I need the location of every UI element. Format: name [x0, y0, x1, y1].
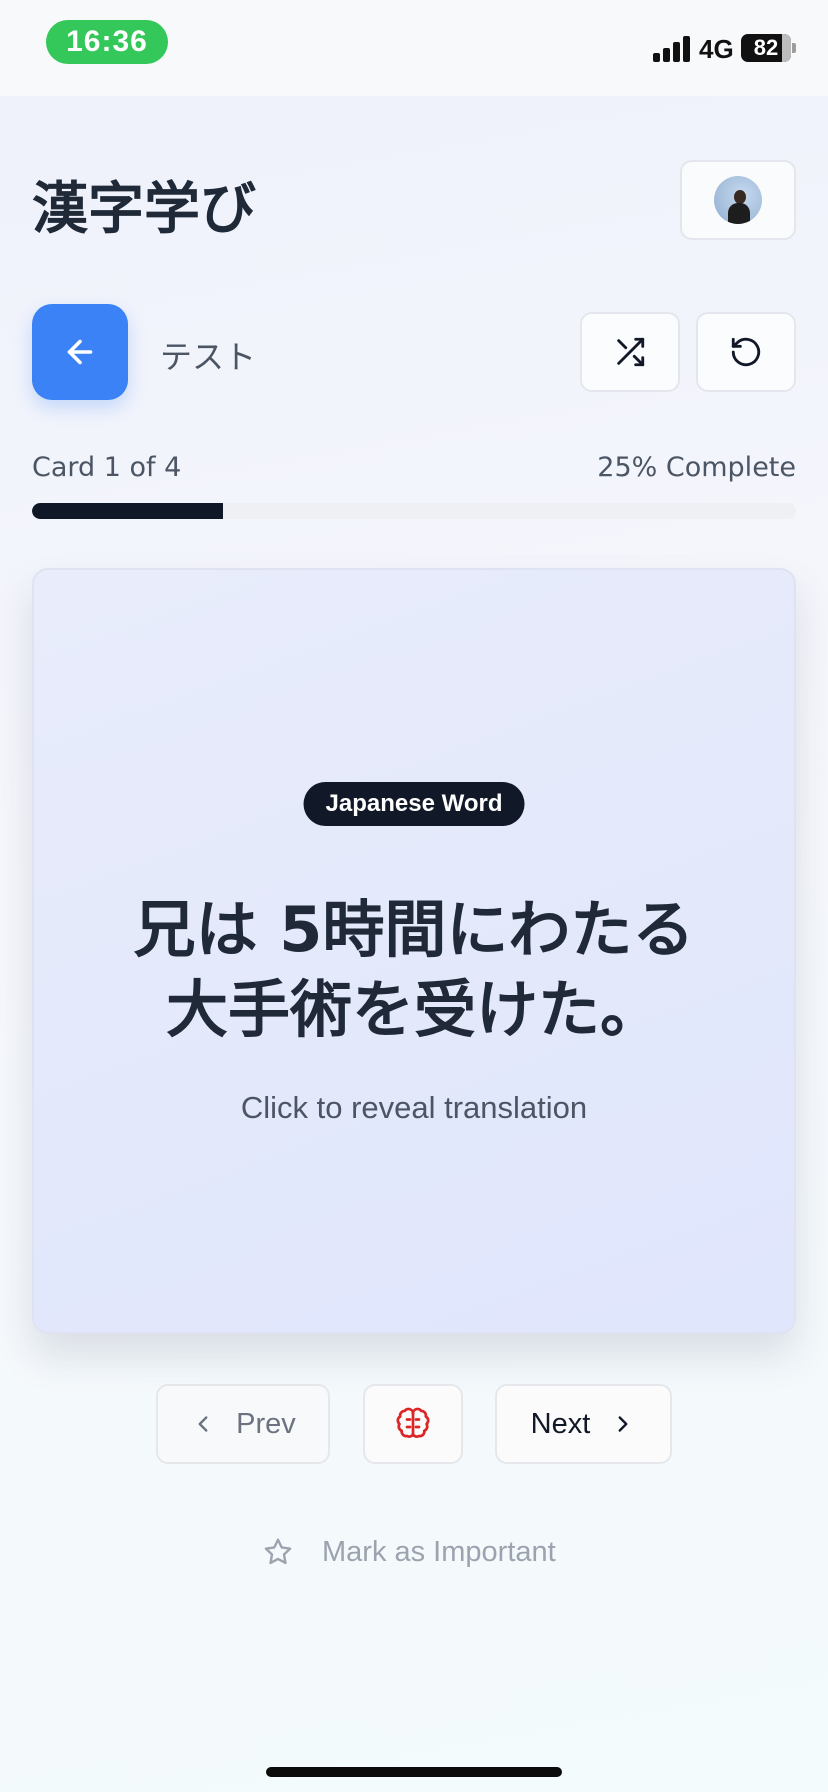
back-button[interactable]	[32, 304, 128, 400]
progress-bar	[32, 503, 796, 519]
prev-button[interactable]: Prev	[156, 1384, 330, 1464]
flashcard[interactable]: Japanese Word 兄は 5時間にわたる 大手術を受けた。 Click …	[32, 568, 796, 1334]
cellular-signal-icon	[653, 36, 691, 62]
profile-button[interactable]	[680, 160, 796, 240]
rotate-ccw-icon	[731, 337, 761, 367]
shuffle-icon	[617, 337, 645, 367]
deck-name: テスト	[160, 338, 257, 376]
chevron-left-icon	[198, 1416, 208, 1432]
network-type: 4G	[699, 34, 734, 64]
brain-icon	[396, 1407, 430, 1438]
next-label: Next	[530, 1407, 591, 1440]
progress-fill	[32, 503, 223, 519]
battery-level: 82	[753, 35, 779, 60]
status-time: 16:36	[46, 20, 168, 64]
chevron-right-icon	[618, 1416, 628, 1432]
star-icon	[264, 1538, 292, 1565]
next-button[interactable]: Next	[495, 1384, 672, 1464]
avatar	[714, 176, 762, 224]
card-type-badge: Japanese Word	[303, 782, 525, 826]
app-title: 漢字学び	[32, 177, 256, 242]
home-indicator[interactable]	[266, 1767, 562, 1777]
reset-button[interactable]	[696, 312, 796, 392]
battery-icon: 82	[741, 34, 791, 62]
reveal-hint: Click to reveal translation	[240, 1090, 588, 1125]
card-word-line-2: 大手術を受けた。	[165, 973, 662, 1046]
card-word: 兄は 5時間にわたる 大手術を受けた。	[74, 890, 754, 1050]
card-word-line-1: 兄は 5時間にわたる	[133, 893, 695, 966]
status-bar: 16:36 4G 82	[0, 0, 828, 96]
card-counter: Card 1 of 4	[32, 452, 182, 483]
study-mode-button[interactable]	[363, 1384, 463, 1464]
progress-percent: 25% Complete	[597, 452, 796, 483]
arrow-left-icon	[67, 339, 93, 365]
shuffle-button[interactable]	[580, 312, 680, 392]
prev-label: Prev	[236, 1407, 296, 1440]
mark-important-label: Mark as Important	[322, 1535, 556, 1568]
mark-important-button[interactable]: Mark as Important	[262, 1532, 556, 1572]
battery-nub	[792, 43, 796, 53]
